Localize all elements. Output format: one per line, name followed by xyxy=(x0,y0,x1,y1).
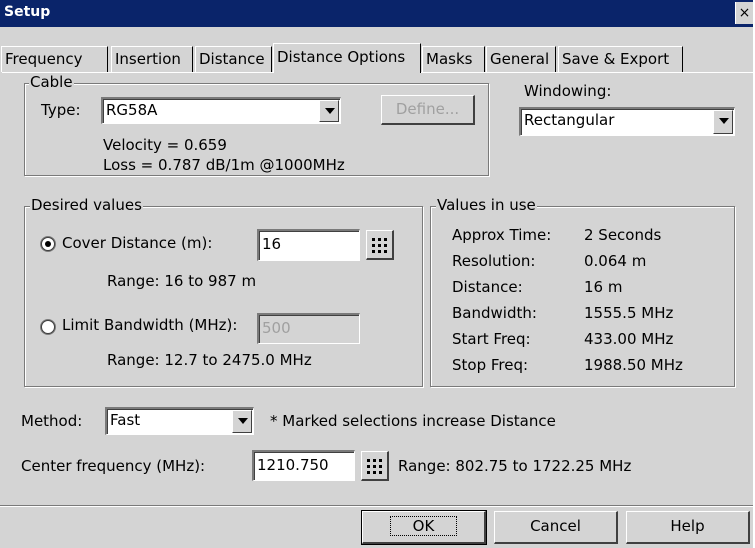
windowing-label: Windowing: xyxy=(524,82,612,100)
start-freq-value: 433.00 MHz xyxy=(584,330,674,348)
tab-masks[interactable]: Masks xyxy=(422,46,485,72)
cover-distance-radio[interactable] xyxy=(41,237,55,251)
distance-label: Distance: xyxy=(452,278,523,296)
windowing-select[interactable]: Rectangular xyxy=(519,107,735,136)
method-label: Method: xyxy=(21,412,83,430)
close-icon[interactable]: × xyxy=(735,2,753,24)
resolution-label: Resolution: xyxy=(452,252,536,270)
tab-distance[interactable]: Distance xyxy=(195,46,272,72)
cable-type-value: RG58A xyxy=(106,101,158,119)
limit-bandwidth-range: Range: 12.7 to 2475.0 MHz xyxy=(107,351,312,369)
start-freq-label: Start Freq: xyxy=(452,330,531,348)
velocity-text: Velocity = 0.659 xyxy=(103,136,227,154)
cable-group-label: Cable xyxy=(29,73,74,91)
cable-type-select[interactable]: RG58A xyxy=(101,97,341,124)
values-in-use-label: Values in use xyxy=(436,196,537,214)
tab-general[interactable]: General xyxy=(486,46,556,72)
bandwidth-value: 1555.5 MHz xyxy=(584,304,674,322)
setup-dialog: Setup × Frequency Insertion Distance Dis… xyxy=(0,0,755,548)
tab-frequency[interactable]: Frequency xyxy=(1,46,108,72)
distance-value: 16 m xyxy=(584,278,623,296)
cancel-button[interactable]: Cancel xyxy=(494,511,618,544)
method-note: * Marked selections increase Distance xyxy=(270,412,556,430)
approx-time-value: 2 Seconds xyxy=(584,226,662,244)
approx-time-label: Approx Time: xyxy=(452,226,552,244)
define-button[interactable]: Define... xyxy=(381,95,475,125)
limit-bandwidth-label: Limit Bandwidth (MHz): xyxy=(62,316,238,334)
stop-freq-value: 1988.50 MHz xyxy=(584,356,683,374)
desired-values-label: Desired values xyxy=(30,196,143,214)
cover-distance-label: Cover Distance (m): xyxy=(62,234,213,252)
ok-button[interactable]: OK xyxy=(361,510,487,545)
center-frequency-label: Center frequency (MHz): xyxy=(21,457,206,475)
title-bar: Setup × xyxy=(0,0,753,27)
center-frequency-range: Range: 802.75 to 1722.25 MHz xyxy=(398,457,632,475)
cable-type-label: Type: xyxy=(41,101,81,119)
window-title: Setup xyxy=(4,4,51,20)
keypad-icon xyxy=(372,237,388,253)
loss-text: Loss = 0.787 dB/1m @1000MHz xyxy=(103,156,345,174)
tab-distance-options[interactable]: Distance Options xyxy=(273,43,421,73)
keypad-icon xyxy=(367,458,383,474)
windowing-value: Rectangular xyxy=(524,111,615,129)
method-value: Fast xyxy=(110,411,141,429)
cover-distance-range: Range: 16 to 987 m xyxy=(107,272,257,290)
resolution-value: 0.064 m xyxy=(584,252,647,270)
chevron-down-icon[interactable] xyxy=(232,410,252,433)
method-select[interactable]: Fast xyxy=(105,407,254,435)
stop-freq-label: Stop Freq: xyxy=(452,356,529,374)
help-button[interactable]: Help xyxy=(626,511,750,544)
limit-bandwidth-radio[interactable] xyxy=(41,320,55,334)
bandwidth-label: Bandwidth: xyxy=(452,304,537,322)
ok-button-label: OK xyxy=(389,516,458,536)
tab-save-export[interactable]: Save & Export xyxy=(558,46,683,72)
center-frequency-keypad-button[interactable] xyxy=(361,451,389,481)
limit-bandwidth-input[interactable]: 500 xyxy=(257,313,360,344)
center-frequency-input[interactable]: 1210.750 xyxy=(252,450,355,481)
cover-distance-keypad-button[interactable] xyxy=(366,230,394,260)
chevron-down-icon[interactable] xyxy=(319,100,339,122)
tab-insertion[interactable]: Insertion xyxy=(111,46,193,72)
chevron-down-icon[interactable] xyxy=(713,110,733,134)
cover-distance-input[interactable]: 16 xyxy=(257,229,360,261)
